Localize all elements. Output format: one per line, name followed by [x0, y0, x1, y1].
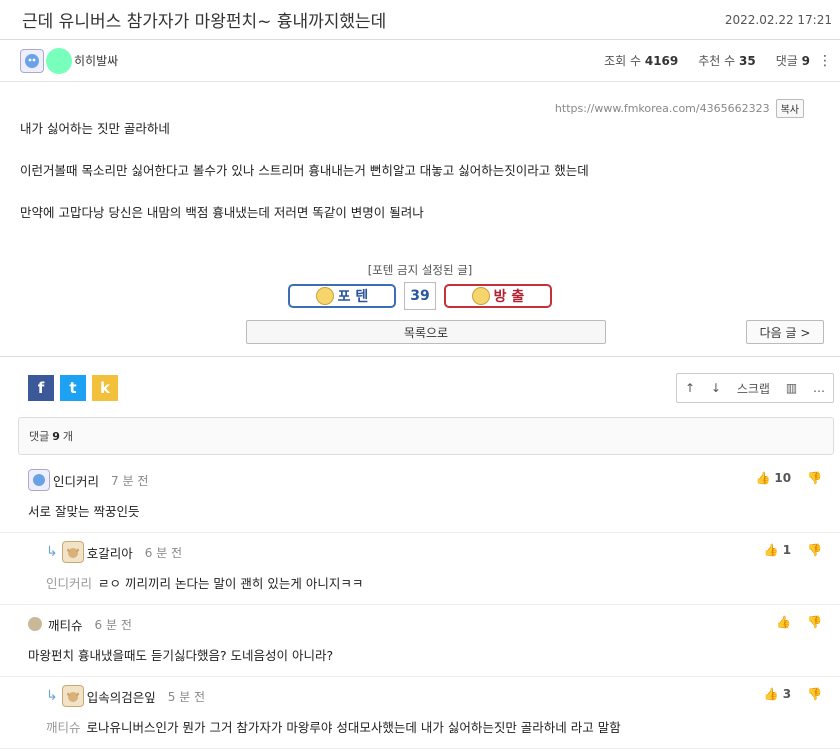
recommend-stat: 추천 수 35 — [698, 54, 756, 68]
post-meta: 히히발싸 조회 수 4169 추천 수 35 댓글 9 ⋮ — [0, 40, 840, 82]
comment-dislike-icon[interactable]: 👎 — [807, 543, 822, 557]
author-nick[interactable]: 히히발싸 — [74, 52, 118, 69]
post-stats: 조회 수 4169 추천 수 35 댓글 9 — [604, 52, 810, 69]
more-options-icon[interactable]: ⋮ — [818, 53, 832, 69]
comment-like-icon[interactable]: 👍 1 — [764, 543, 791, 557]
scrap-toolbar: ↑ ↓ 스크랩 ▥ … — [676, 373, 834, 403]
comment-dislike-icon[interactable]: 👎 — [807, 687, 822, 701]
comment-time: 6 분 전 — [94, 617, 132, 632]
list-button[interactable]: 목록으로 — [246, 320, 606, 344]
post-paragraph: 내가 싫어하는 짓만 골라하네 — [20, 121, 170, 136]
comment-reply-item: ↳ 입속의검은잎 5 분 전 👍 3 👎 깨티슈 로나유니버스인가 뭔가 그거 … — [0, 677, 840, 749]
scrap-button[interactable]: 스크랩 — [737, 380, 770, 397]
vote-caption: [포텐 금지 설정된 글] — [367, 263, 473, 277]
comment-body: 마왕펀치 흉내냈을때도 듣기싫다했음? 도네음성이 아니라? — [28, 648, 334, 663]
dog-avatar-icon[interactable] — [61, 685, 84, 707]
comments-stat[interactable]: 댓글 9 — [776, 52, 810, 69]
author-avatar[interactable] — [20, 48, 44, 73]
copy-url-button[interactable]: 복사 — [775, 98, 804, 118]
comment-body: 인디커리 ㄹㅇ 끼리끼리 논다는 말이 괜히 있는게 아니지ㅋㅋ — [46, 576, 364, 591]
comment-mention: 깨티슈 — [46, 720, 81, 735]
comment-like-icon[interactable]: 👍 — [776, 615, 791, 629]
comment-nick[interactable]: 입속의검은잎 — [87, 687, 156, 706]
chart-icon[interactable]: ▥ — [786, 381, 797, 395]
comment-nick[interactable]: 호갈리아 — [87, 543, 133, 562]
post-body: 내가 싫어하는 짓만 골라하네 이런거볼때 목소리만 싫어한다고 볼수가 있나 … — [0, 120, 840, 222]
arrow-down-icon[interactable]: ↓ — [711, 381, 721, 395]
comment-votes: 👍 1 👎 — [764, 543, 822, 557]
comment-body: 깨티슈 로나유니버스인가 뭔가 그거 참가자가 마왕루야 성대모사했는데 내가 … — [46, 720, 621, 735]
comment-avatar[interactable] — [28, 469, 50, 491]
comment-count: 9 — [52, 429, 60, 443]
reply-arrow-icon: ↳ — [46, 688, 58, 704]
comment-item: 깨티슈 6 분 전 👍 👎 마왕펀치 흉내냈을때도 듣기싫다했음? 도네음성이 … — [0, 605, 840, 677]
vote-row: 포 텐 39 방 출 — [0, 282, 840, 310]
comment-body: 서로 잘맞는 짝꿍인듯 — [28, 504, 140, 519]
upvote-label: 포 텐 — [337, 289, 369, 305]
twitter-share-icon[interactable]: t — [60, 375, 86, 401]
more-icon[interactable]: … — [813, 381, 825, 395]
facebook-share-icon[interactable]: f — [28, 375, 54, 401]
comment-dislike-icon[interactable]: 👎 — [807, 471, 822, 485]
downvote-label: 방 출 — [493, 289, 525, 305]
comment-list: 인디커리 7 분 전 👍 10 👎 서로 잘맞는 짝꿍인듯 ↳ 호갈리아 6 분… — [0, 461, 840, 749]
share-row: f t k ↑ ↓ 스크랩 ▥ … — [0, 357, 840, 407]
comment-dislike-icon[interactable]: 👎 — [807, 615, 822, 629]
comment-time: 7 분 전 — [111, 473, 149, 488]
vote-area: [포텐 금지 설정된 글] 포 텐 39 방 출 — [0, 262, 840, 310]
comment-votes: 👍 3 👎 — [764, 687, 822, 701]
post-title-bar: 근데 유니버스 참가자가 마왕펀치~ 흉내까지했는데 2022.02.22 17… — [0, 0, 840, 40]
vote-count: 39 — [404, 282, 436, 310]
comment-count-box: 댓글 9 개 — [18, 417, 834, 455]
comment-reply-item: ↳ 호갈리아 6 분 전 👍 1 👎 인디커리 ㄹㅇ 끼리끼리 논다는 말이 괜… — [0, 533, 840, 605]
comment-time: 5 분 전 — [167, 689, 206, 704]
downvote-button[interactable]: 방 출 — [444, 284, 552, 308]
comment-time: 6 분 전 — [144, 545, 183, 560]
comment-item: 인디커리 7 분 전 👍 10 👎 서로 잘맞는 짝꿍인듯 — [0, 461, 840, 533]
comment-mention: 인디커리 — [46, 576, 93, 591]
upvote-button[interactable]: 포 텐 — [288, 284, 396, 308]
url-line: https://www.fmkorea.com/4365662323 복사 — [0, 82, 840, 120]
post-title: 근데 유니버스 참가자가 마왕펀치~ 흉내까지했는데 — [22, 12, 387, 32]
views-stat: 조회 수 4169 — [604, 54, 679, 68]
comment-nick[interactable]: 인디커리 — [53, 471, 99, 490]
comment-votes: 👍 10 👎 — [756, 471, 822, 485]
post-url[interactable]: https://www.fmkorea.com/4365662323 — [555, 102, 770, 115]
kakao-share-icon[interactable]: k — [92, 375, 118, 401]
post-paragraph: 만약에 고맙다낭 당신은 내맘의 백점 흉내냈는데 저러면 똑같이 변명이 될려… — [20, 205, 424, 220]
level-badge-icon — [46, 47, 72, 74]
next-post-button[interactable]: 다음 글 > — [746, 320, 824, 344]
post-paragraph: 이런거볼때 목소리만 싫어한다고 볼수가 있나 스트리머 흉내내는거 뻔히알고 … — [20, 163, 589, 178]
comment-votes: 👍 👎 — [776, 615, 822, 629]
comment-like-icon[interactable]: 👍 3 — [764, 687, 791, 701]
thumbs-up-face-icon — [315, 287, 334, 305]
dog-avatar-icon[interactable] — [61, 541, 84, 563]
comment-nick[interactable]: 깨티슈 — [48, 615, 83, 634]
comment-like-icon[interactable]: 👍 10 — [756, 471, 791, 485]
nav-row: 목록으로 다음 글 > — [0, 316, 840, 356]
post-date: 2022.02.22 17:21 — [724, 12, 832, 27]
comment-avatar-dot-icon — [28, 617, 42, 631]
arrow-up-icon[interactable]: ↑ — [685, 381, 695, 395]
reply-arrow-icon: ↳ — [46, 544, 58, 560]
thumbs-down-face-icon — [471, 287, 490, 305]
